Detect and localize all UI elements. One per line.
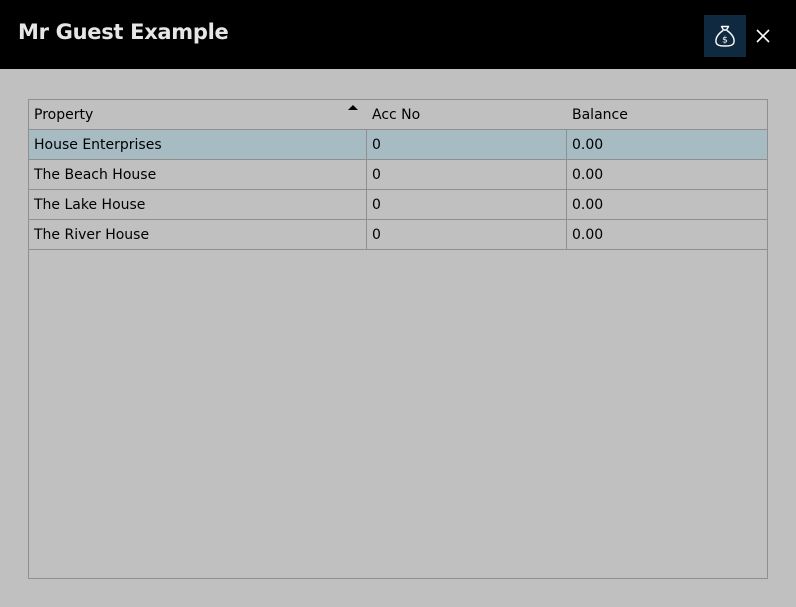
column-header-label: Acc No xyxy=(372,107,421,123)
acc-no-cell: 0 xyxy=(367,190,567,219)
sort-ascending-icon xyxy=(348,105,358,110)
column-header-acc-no[interactable]: Acc No xyxy=(367,100,567,129)
property-cell: House Enterprises xyxy=(29,130,367,159)
acc-no-cell: 0 xyxy=(367,130,567,159)
property-cell: The Lake House xyxy=(29,190,367,219)
property-cell: The River House xyxy=(29,220,367,249)
balance-cell: 0.00 xyxy=(572,197,604,213)
column-header-property[interactable]: Property xyxy=(29,100,367,129)
money-bag-icon: $ xyxy=(715,25,735,47)
column-header-label: Balance xyxy=(572,107,628,123)
balance-cell: 0.00 xyxy=(572,167,604,183)
close-icon xyxy=(756,29,770,43)
grid-header-row: Property Acc No Balance xyxy=(29,100,767,130)
balance-cell: 0.00 xyxy=(572,137,604,153)
properties-grid: Property Acc No Balance House Enterprise… xyxy=(28,99,768,579)
property-cell: The Beach House xyxy=(29,160,367,189)
window-header: Mr Guest Example $ xyxy=(0,0,796,69)
acc-no-cell: 0 xyxy=(367,160,567,189)
table-row[interactable]: The Lake House 0 0.00 xyxy=(29,190,767,220)
acc-no-cell: 0 xyxy=(367,220,567,249)
table-row[interactable]: The Beach House 0 0.00 xyxy=(29,160,767,190)
window-title: Mr Guest Example xyxy=(18,20,229,44)
close-button[interactable] xyxy=(750,22,776,50)
table-row[interactable]: House Enterprises 0 0.00 xyxy=(29,130,767,160)
svg-text:$: $ xyxy=(722,36,728,46)
column-header-label: Property xyxy=(34,107,94,123)
column-header-balance[interactable]: Balance xyxy=(567,100,767,129)
balance-cell: 0.00 xyxy=(572,227,604,243)
table-row[interactable]: The River House 0 0.00 xyxy=(29,220,767,250)
account-balance-button[interactable]: $ xyxy=(704,15,746,57)
